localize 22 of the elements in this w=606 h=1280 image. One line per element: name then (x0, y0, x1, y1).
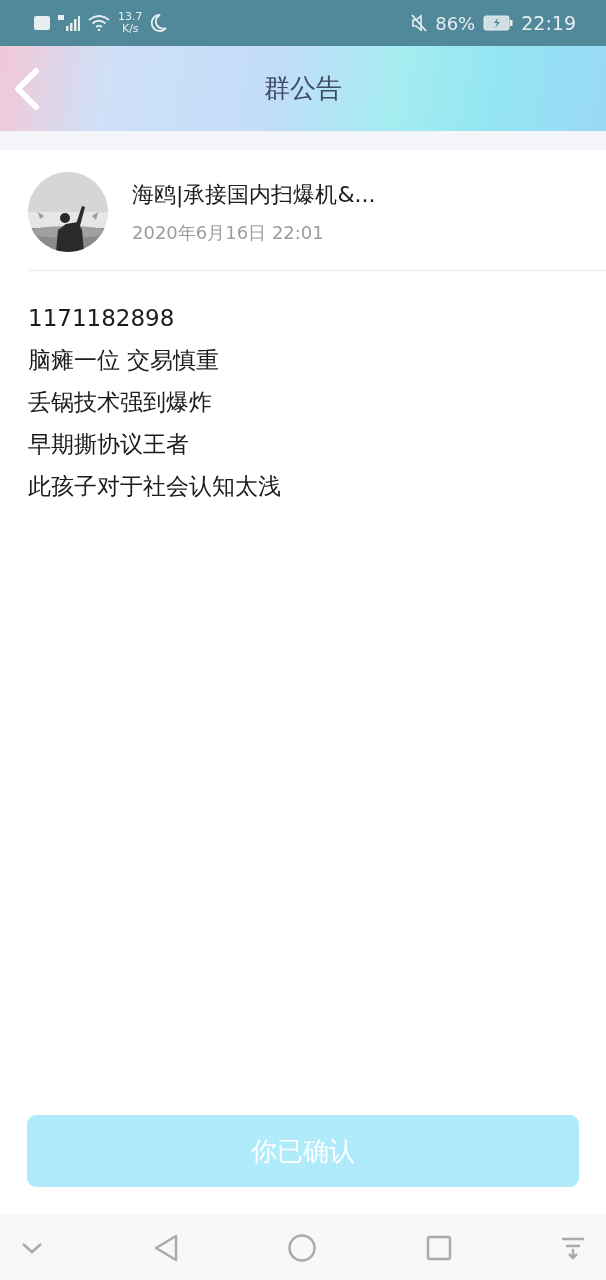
announcement-line: 早期撕协议王者 (28, 430, 190, 459)
speed-unit: K/s (120, 23, 140, 35)
announcement-line: 丢锅技术强到爆炸 (28, 388, 213, 417)
back-icon[interactable] (12, 68, 40, 110)
battery-icon (483, 15, 514, 31)
network-speed: 13.7 (118, 11, 143, 23)
post-date: 2020年6月16日 22:01 (132, 221, 325, 245)
square-icon[interactable] (425, 1234, 452, 1261)
back-triangle-icon[interactable] (152, 1232, 179, 1263)
home-circle-icon[interactable] (287, 1232, 317, 1263)
page-title: 群公告 (264, 72, 342, 105)
moon-icon (150, 14, 167, 32)
chevron-down-icon[interactable] (20, 1240, 44, 1255)
author-name: 海鸥|承接国内扫爆机&... (132, 181, 376, 210)
battery-percent: 86% (435, 11, 476, 36)
announcement-line: 1171182898 (28, 304, 176, 333)
signal-icon (58, 15, 80, 31)
clock: 22:19 (521, 10, 576, 36)
announcement-line: 此孩子对于社会认知太浅 (28, 472, 282, 501)
mute-icon (411, 14, 428, 32)
wifi-icon (88, 15, 110, 31)
announcement-line: 脑瘫一位 交易慎重 (28, 346, 221, 375)
